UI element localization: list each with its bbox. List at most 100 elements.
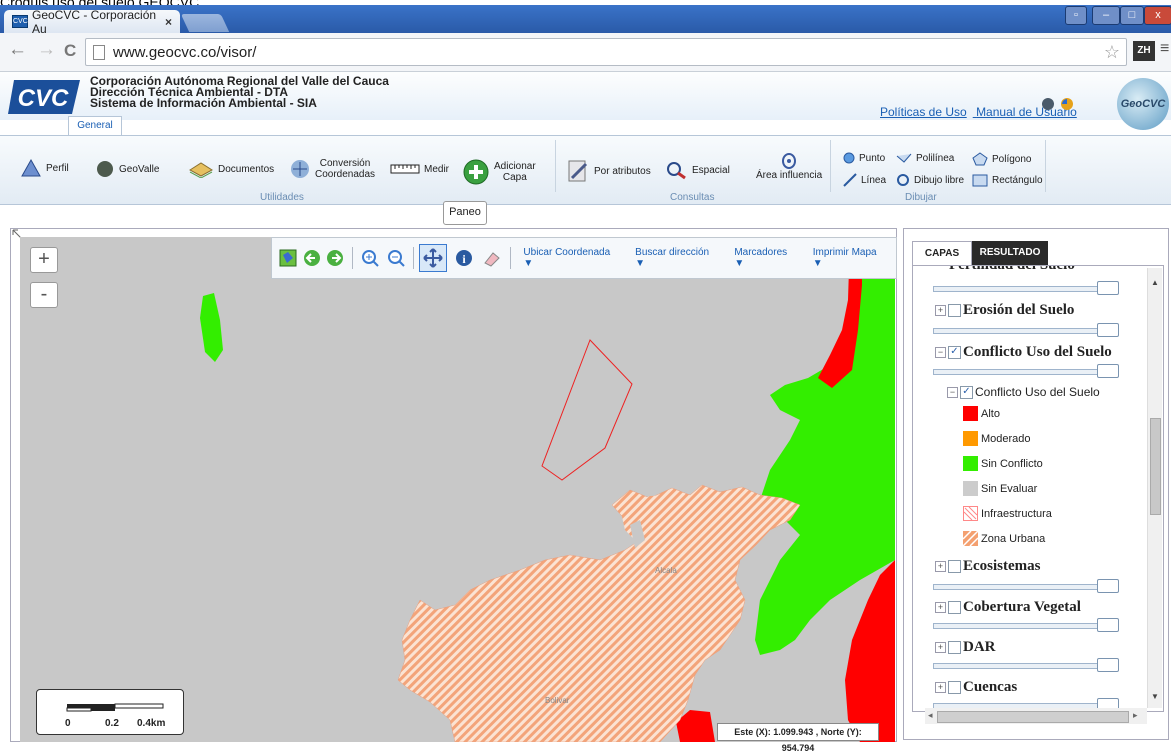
layer-checkbox[interactable] bbox=[948, 641, 961, 654]
poligono-button[interactable]: Polígono bbox=[972, 152, 1031, 166]
perfil-button[interactable]: Perfil bbox=[20, 158, 69, 178]
tab-close-icon[interactable]: × bbox=[165, 15, 172, 29]
expand-icon[interactable]: + bbox=[935, 602, 946, 613]
tab-resultado[interactable]: RESULTADO bbox=[972, 241, 1048, 265]
scale-bar: 0 0.2 0.4km bbox=[36, 689, 184, 735]
opacity-slider[interactable] bbox=[933, 328, 1115, 334]
punto-button[interactable]: Punto bbox=[843, 152, 885, 164]
window-restore-button[interactable]: ▫ bbox=[1065, 6, 1087, 25]
browser-tab[interactable]: CVC GeoCVC - Corporación Au × bbox=[4, 7, 180, 36]
layer-checkbox[interactable] bbox=[948, 304, 961, 317]
back-icon[interactable]: ← bbox=[8, 39, 27, 61]
espacial-button[interactable]: Espacial bbox=[664, 160, 730, 180]
opacity-slider-knob[interactable] bbox=[1097, 281, 1119, 295]
profile-icon[interactable]: ZH bbox=[1133, 41, 1155, 61]
layers-vertical-scrollbar[interactable]: ▲ ▼ bbox=[1147, 268, 1162, 708]
opacity-slider-knob[interactable] bbox=[1097, 618, 1119, 632]
scroll-down-icon[interactable]: ▼ bbox=[1151, 692, 1159, 701]
opacity-slider[interactable] bbox=[933, 286, 1115, 292]
browser-menu-icon[interactable]: ≡ bbox=[1160, 40, 1169, 58]
layer-name: DAR bbox=[963, 639, 996, 655]
opacity-slider-knob[interactable] bbox=[1097, 323, 1119, 337]
expand-icon[interactable]: + bbox=[935, 642, 946, 653]
opacity-slider[interactable] bbox=[933, 584, 1115, 590]
scroll-up-icon[interactable]: ▲ bbox=[1151, 278, 1159, 287]
layer-checkbox[interactable] bbox=[948, 560, 961, 573]
hscroll-thumb[interactable] bbox=[937, 711, 1129, 723]
legend-swatch-infraestructura bbox=[963, 506, 978, 521]
forward-icon[interactable]: → bbox=[37, 39, 56, 61]
layer-row[interactable]: + Erosión del Suelo bbox=[935, 302, 1074, 319]
layers-horizontal-scrollbar[interactable]: ◂ ▸ bbox=[925, 708, 1147, 724]
globe-icon[interactable] bbox=[1042, 98, 1054, 110]
address-bar[interactable]: www.geocvc.co/visor/ ☆ bbox=[85, 38, 1127, 66]
area-influencia-button[interactable]: Área influencia bbox=[756, 152, 822, 181]
zoom-out-icon[interactable] bbox=[387, 249, 405, 267]
sublayer-checkbox-checked[interactable]: ✓ bbox=[960, 385, 973, 399]
zoom-in-button[interactable]: + bbox=[30, 247, 58, 273]
expand-icon[interactable]: + bbox=[935, 305, 946, 316]
opacity-slider-knob[interactable] bbox=[1097, 658, 1119, 672]
window-minimize-button[interactable]: – bbox=[1092, 6, 1120, 25]
buscar-direccion-menu[interactable]: Buscar dirección ▼ bbox=[635, 247, 720, 269]
full-extent-icon[interactable] bbox=[279, 249, 297, 267]
conversion-button[interactable]: Conversión Coordenadas bbox=[289, 158, 375, 180]
layer-checkbox-checked[interactable]: ✓ bbox=[948, 346, 961, 359]
layer-row-partial[interactable]: Fertilidad del Suelo bbox=[949, 266, 1075, 274]
documentos-button[interactable]: Documentos bbox=[188, 160, 274, 178]
opacity-slider[interactable] bbox=[933, 623, 1115, 629]
marcadores-menu[interactable]: Marcadores ▼ bbox=[734, 247, 798, 269]
zoom-in-icon[interactable] bbox=[361, 249, 379, 267]
opacity-slider[interactable] bbox=[933, 369, 1115, 375]
scroll-right-icon[interactable]: ▸ bbox=[1133, 710, 1138, 721]
map-canvas[interactable]: Alcala Bolivar bbox=[20, 237, 895, 742]
geovalle-button[interactable]: GeoValle bbox=[95, 160, 159, 178]
reload-icon[interactable]: C bbox=[64, 41, 76, 61]
polilinea-button[interactable]: Polilínea bbox=[896, 152, 954, 164]
layer-row[interactable]: + Cobertura Vegetal bbox=[935, 599, 1081, 616]
scroll-left-icon[interactable]: ◂ bbox=[928, 710, 933, 721]
por-atributos-button[interactable]: Por atributos bbox=[566, 158, 651, 184]
bookmark-star-icon[interactable]: ☆ bbox=[1104, 42, 1120, 63]
window-close-button[interactable]: x bbox=[1144, 6, 1171, 25]
adicionar-capa-button[interactable]: Adicionar Capa bbox=[462, 158, 536, 186]
eraser-icon[interactable] bbox=[481, 249, 501, 267]
layer-checkbox[interactable] bbox=[948, 601, 961, 614]
window-maximize-button[interactable]: □ bbox=[1120, 6, 1144, 25]
layer-row[interactable]: + Cuencas bbox=[935, 679, 1017, 696]
medir-button[interactable]: Medir bbox=[390, 162, 449, 176]
tab-general[interactable]: General bbox=[68, 116, 122, 137]
layer-row[interactable]: + Ecosistemas bbox=[935, 558, 1041, 575]
rectangulo-button[interactable]: Rectángulo bbox=[972, 174, 1043, 187]
expand-icon[interactable]: + bbox=[935, 682, 946, 693]
opacity-slider[interactable] bbox=[933, 663, 1115, 669]
dibujo-libre-button[interactable]: Dibujo libre bbox=[896, 173, 964, 187]
town-label-a: Alcala bbox=[655, 566, 677, 575]
cvc-logo-icon: CVC bbox=[8, 80, 80, 114]
zoom-out-button[interactable]: - bbox=[30, 282, 58, 308]
tab-capas[interactable]: CAPAS bbox=[912, 241, 972, 266]
new-tab-button[interactable] bbox=[180, 14, 230, 32]
layer-row[interactable]: + DAR bbox=[935, 639, 996, 656]
policies-link[interactable]: Políticas de Uso bbox=[880, 105, 967, 119]
url-text[interactable]: www.geocvc.co/visor/ bbox=[113, 44, 256, 61]
imprimir-mapa-menu[interactable]: Imprimir Mapa ▼ bbox=[813, 247, 888, 269]
ubicar-coordenada-menu[interactable]: Ubicar Coordenada ▼ bbox=[523, 247, 621, 269]
sublayer-row[interactable]: − ✓ Conflicto Uso del Suelo bbox=[947, 385, 1100, 399]
collapse-icon[interactable]: − bbox=[947, 386, 958, 398]
pan-button[interactable] bbox=[419, 244, 448, 272]
linea-button[interactable]: Línea bbox=[843, 173, 886, 187]
drawn-polygon[interactable] bbox=[541, 339, 633, 481]
legend-label: Sin Evaluar bbox=[981, 482, 1038, 495]
opacity-slider-knob[interactable] bbox=[1097, 364, 1119, 378]
scroll-thumb[interactable] bbox=[1150, 418, 1161, 515]
layer-row[interactable]: − ✓ Conflicto Uso del Suelo bbox=[935, 344, 1112, 361]
collapse-icon[interactable]: − bbox=[935, 347, 946, 358]
expand-icon[interactable]: + bbox=[935, 561, 946, 572]
info-icon[interactable]: i bbox=[455, 249, 473, 267]
previous-extent-icon[interactable] bbox=[303, 249, 321, 267]
next-extent-icon[interactable] bbox=[326, 249, 344, 267]
opacity-slider-knob[interactable] bbox=[1097, 579, 1119, 593]
layer-checkbox[interactable] bbox=[948, 681, 961, 694]
tab-title: GeoCVC - Corporación Au bbox=[32, 7, 157, 36]
